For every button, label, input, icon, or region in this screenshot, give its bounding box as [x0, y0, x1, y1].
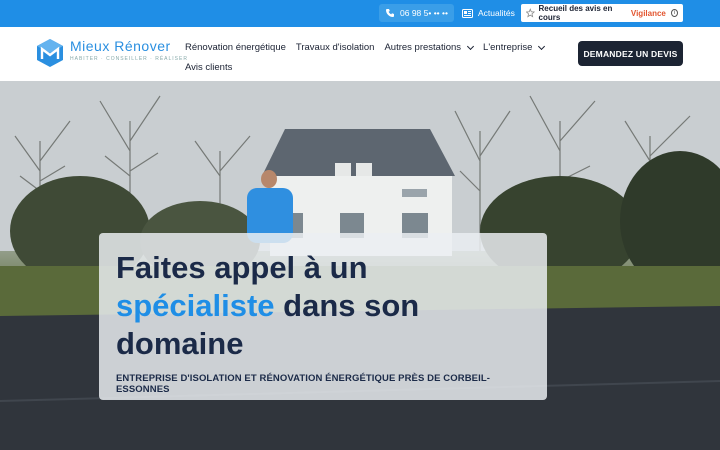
newspaper-icon [462, 8, 473, 18]
hero-title-line2: spécialiste dans son [116, 287, 530, 325]
news-label: Actualités [478, 8, 515, 18]
logo-name: Mieux Rénover [70, 38, 171, 54]
chevron-down-icon [538, 42, 546, 51]
nav-label: Travaux d'isolation [295, 42, 375, 53]
nav-item-autres-prestations[interactable]: Autres prestations [384, 38, 475, 58]
hero-section: Faites appel à un spécialiste dans son d… [0, 81, 720, 450]
chevron-down-icon [466, 42, 475, 51]
nav-item-renovation[interactable]: Rénovation énergétique [185, 38, 286, 58]
nav-label: Avis clients [185, 62, 233, 73]
rating-icon [526, 8, 535, 18]
logo-mark-icon [37, 39, 63, 67]
main-nav: Rénovation énergétique Travaux d'isolati… [185, 38, 546, 78]
nav-item-avis-clients[interactable]: Avis clients [185, 58, 232, 78]
nav-label: L'entreprise [483, 42, 533, 53]
phone-icon [386, 9, 394, 17]
logo-tagline: HABITER · CONSEILLER · RÉALISER [70, 56, 188, 62]
nav-label: Rénovation énergétique [185, 42, 286, 53]
hero-title-accent: spécialiste [116, 288, 275, 323]
reviews-badge[interactable]: Recueil des avis en cours Vigilance i [521, 4, 683, 22]
info-icon[interactable]: i [670, 9, 678, 17]
news-link[interactable]: Actualités [458, 4, 519, 22]
top-bar: 06 98 5• •• •• Actualités Recueil des av… [0, 0, 720, 27]
hero-title-line1: Faites appel à un [116, 250, 368, 285]
hero-title-line3: domaine [116, 326, 244, 361]
hero-title: Faites appel à un spécialiste dans son d… [116, 249, 530, 363]
reviews-label: Recueil des avis en cours [538, 4, 613, 22]
nav-item-entreprise[interactable]: L'entreprise [483, 38, 546, 58]
phone-link[interactable]: 06 98 5• •• •• [379, 4, 454, 22]
nav-item-isolation[interactable]: Travaux d'isolation [296, 38, 375, 58]
logo[interactable]: Mieux Rénover HABITER · CONSEILLER · RÉA… [36, 38, 188, 68]
nav-label: Autres prestations [384, 42, 462, 53]
hero-card: Faites appel à un spécialiste dans son d… [99, 233, 547, 400]
reviews-brand: Vigilance [630, 8, 666, 18]
hero-title-line2-rest: dans son [274, 288, 420, 323]
hero-subtitle: ENTREPRISE D'ISOLATION ET RÉNOVATION ÉNE… [116, 373, 491, 395]
site-header: Mieux Rénover HABITER · CONSEILLER · RÉA… [0, 27, 720, 81]
request-quote-button[interactable]: DEMANDEZ UN DEVIS [578, 41, 683, 66]
phone-number: 06 98 5• •• •• [400, 8, 448, 18]
